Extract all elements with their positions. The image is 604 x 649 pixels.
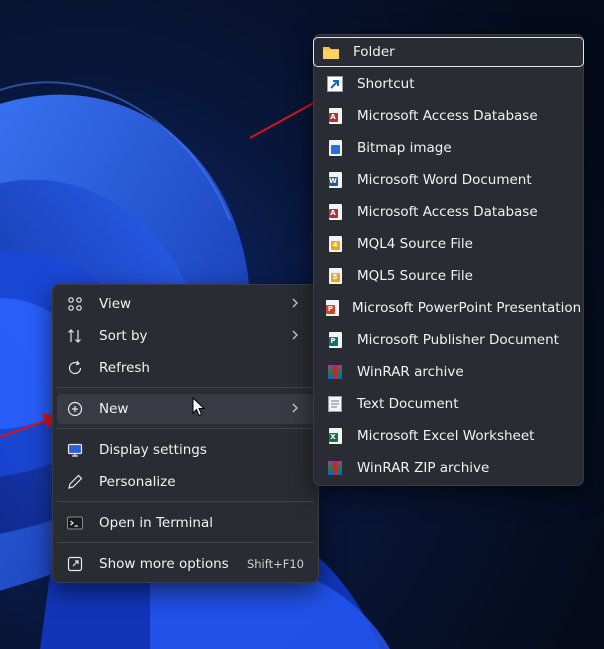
new-submenu: Folder Shortcut A Microsoft Access Datab… xyxy=(313,34,584,486)
pen-icon xyxy=(66,473,84,491)
menu-divider xyxy=(57,428,314,429)
excel-icon: X xyxy=(326,427,344,445)
access-icon: A xyxy=(326,203,344,221)
mql5-icon: 5 xyxy=(326,267,344,285)
winrar-icon xyxy=(326,363,344,381)
submenu-item-mql5-source-file[interactable]: 5 MQL5 Source File xyxy=(318,261,579,291)
menu-divider xyxy=(57,542,314,543)
chevron-right-icon xyxy=(290,328,300,346)
powerpoint-icon: P xyxy=(326,299,339,317)
access-icon: A xyxy=(326,107,344,125)
menu-item-label: Display settings xyxy=(99,442,207,458)
submenu-item-label: Microsoft Word Document xyxy=(357,172,532,188)
word-icon: W xyxy=(326,171,344,189)
submenu-item-label: Folder xyxy=(353,44,395,60)
display-icon xyxy=(66,441,84,459)
submenu-item-shortcut[interactable]: Shortcut xyxy=(318,69,579,99)
menu-item-refresh[interactable]: Refresh xyxy=(57,353,314,383)
grid-icon xyxy=(66,295,84,313)
chevron-right-icon xyxy=(290,401,300,419)
menu-item-label: View xyxy=(99,296,132,312)
plus-circle-icon xyxy=(66,400,84,418)
refresh-icon xyxy=(66,359,84,377)
submenu-item-label: Text Document xyxy=(357,396,459,412)
menu-item-new[interactable]: New xyxy=(57,394,314,424)
shortcut-hint: Shift+F10 xyxy=(246,557,304,571)
terminal-icon xyxy=(66,514,84,532)
menu-item-label: Open in Terminal xyxy=(99,515,213,531)
shortcut-icon xyxy=(326,75,344,93)
submenu-item-winrar-archive[interactable]: WinRAR archive xyxy=(318,357,579,387)
menu-item-label: Personalize xyxy=(99,474,176,490)
menu-item-label: New xyxy=(99,401,129,417)
text-icon xyxy=(326,395,344,413)
mql4-icon: 4 xyxy=(326,235,344,253)
submenu-item-label: Microsoft Access Database xyxy=(357,204,538,220)
sort-icon xyxy=(66,327,84,345)
submenu-item-label: WinRAR ZIP archive xyxy=(357,460,490,476)
chevron-right-icon xyxy=(290,296,300,314)
submenu-item-winrar-zip-archive[interactable]: WinRAR ZIP archive xyxy=(318,453,579,483)
folder-icon xyxy=(322,43,340,61)
submenu-item-label: MQL5 Source File xyxy=(357,268,473,284)
submenu-item-label: Microsoft Access Database xyxy=(357,108,538,124)
menu-item-label: Refresh xyxy=(99,360,150,376)
menu-divider xyxy=(57,387,314,388)
submenu-item-label: Microsoft Publisher Document xyxy=(357,332,559,348)
menu-item-view[interactable]: View xyxy=(57,289,314,319)
menu-item-label: Sort by xyxy=(99,328,148,344)
submenu-item-label: WinRAR archive xyxy=(357,364,464,380)
menu-item-personalize[interactable]: Personalize xyxy=(57,467,314,497)
menu-item-label: Show more options xyxy=(99,556,229,572)
submenu-item-text-document[interactable]: Text Document xyxy=(318,389,579,419)
submenu-item-excel-worksheet[interactable]: X Microsoft Excel Worksheet xyxy=(318,421,579,451)
submenu-item-word-document[interactable]: W Microsoft Word Document xyxy=(318,165,579,195)
menu-item-show-more-options[interactable]: Show more options Shift+F10 xyxy=(57,549,314,579)
expand-icon xyxy=(66,555,84,573)
menu-divider xyxy=(57,501,314,502)
submenu-item-label: Bitmap image xyxy=(357,140,452,156)
submenu-item-access-database[interactable]: A Microsoft Access Database xyxy=(318,101,579,131)
submenu-item-mql4-source-file[interactable]: 4 MQL4 Source File xyxy=(318,229,579,259)
menu-item-display-settings[interactable]: Display settings xyxy=(57,435,314,465)
desktop-context-menu: View Sort by Refresh New Display setting… xyxy=(52,284,319,583)
publisher-icon: P xyxy=(326,331,344,349)
menu-item-sort-by[interactable]: Sort by xyxy=(57,321,314,351)
submenu-item-label: Microsoft Excel Worksheet xyxy=(357,428,535,444)
submenu-item-label: Microsoft PowerPoint Presentation xyxy=(352,300,582,316)
submenu-item-label: Shortcut xyxy=(357,76,415,92)
submenu-item-powerpoint-presentation[interactable]: P Microsoft PowerPoint Presentation xyxy=(318,293,582,323)
submenu-item-publisher-document[interactable]: P Microsoft Publisher Document xyxy=(318,325,579,355)
submenu-item-label: MQL4 Source File xyxy=(357,236,473,252)
mouse-cursor-icon xyxy=(192,397,206,417)
submenu-item-folder[interactable]: Folder xyxy=(313,37,584,67)
submenu-item-bitmap-image[interactable]: Bitmap image xyxy=(318,133,579,163)
winrar-zip-icon xyxy=(326,459,344,477)
submenu-item-access-database-2[interactable]: A Microsoft Access Database xyxy=(318,197,579,227)
bitmap-icon xyxy=(326,139,344,157)
menu-item-open-in-terminal[interactable]: Open in Terminal xyxy=(57,508,314,538)
